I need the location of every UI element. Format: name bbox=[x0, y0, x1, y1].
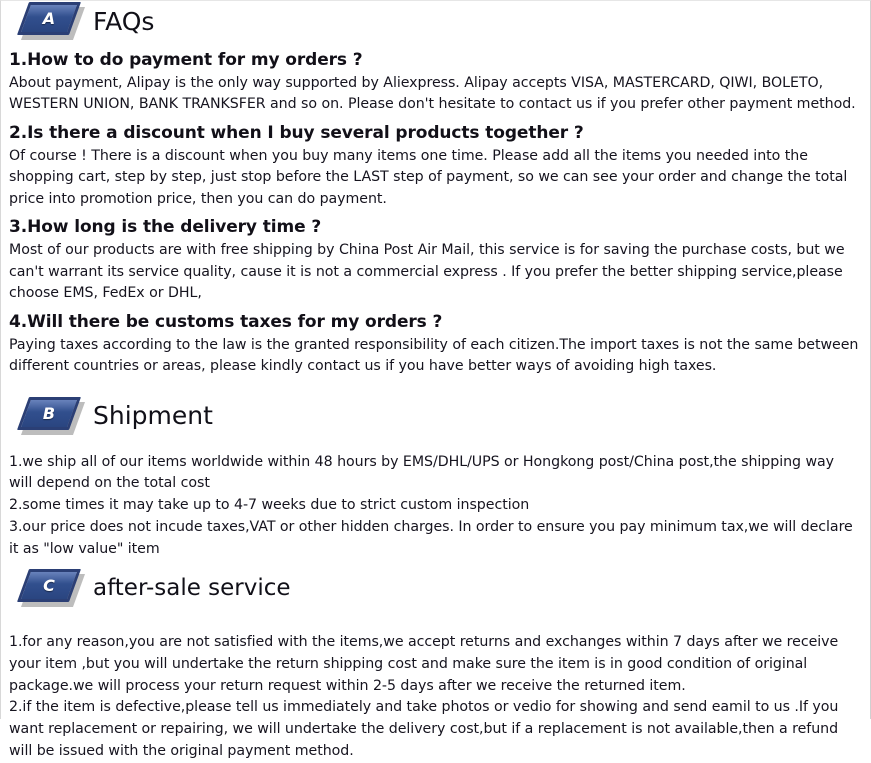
section-title-shipment: Shipment bbox=[93, 401, 213, 431]
faq-answer: About payment, Alipay is the only way su… bbox=[9, 74, 856, 113]
badge-letter: B bbox=[42, 403, 56, 423]
shipment-list: 1.we ship all of our items worldwide wit… bbox=[1, 452, 870, 561]
badge-letter: C bbox=[43, 576, 55, 596]
section-header-shipment: B Shipment bbox=[1, 394, 870, 438]
shipment-line: 3.our price does not incude taxes,VAT or… bbox=[9, 518, 853, 557]
badge-letter: A bbox=[42, 9, 56, 28]
faq-list: 1.How to do payment for my orders ? Abou… bbox=[1, 50, 870, 378]
after-sale-list: 1.for any reason,you are not satisfied w… bbox=[1, 632, 870, 762]
section-title-faqs: FAQs bbox=[93, 6, 155, 36]
faq-answer: Most of our products are with free shipp… bbox=[9, 242, 845, 302]
section-header-faqs: A FAQs bbox=[1, 0, 870, 43]
after-sale-line: 1.for any reason,you are not satisfied w… bbox=[9, 634, 839, 694]
faq-page: A FAQs 1.How to do payment for my orders… bbox=[0, 0, 871, 759]
section-header-after-sale: C after-sale service bbox=[1, 566, 870, 610]
section-title-after-sale: after-sale service bbox=[93, 574, 291, 601]
section-badge-a: A bbox=[16, 2, 86, 40]
faq-answer: Paying taxes according to the law is the… bbox=[9, 336, 859, 375]
section-badge-c: C bbox=[16, 569, 86, 608]
faq-question: 1.How to do payment for my orders ? bbox=[9, 50, 363, 70]
shipment-line: 1.we ship all of our items worldwide wit… bbox=[9, 453, 835, 492]
faq-question: 4.Will there be customs taxes for my ord… bbox=[9, 311, 443, 332]
faq-answer: Of course ! There is a discount when you… bbox=[9, 147, 848, 207]
faq-question: 2.Is there a discount when I buy several… bbox=[9, 122, 584, 143]
section-badge-b: B bbox=[16, 396, 86, 435]
shipment-line: 2.some times it may take up to 4-7 weeks… bbox=[9, 497, 530, 514]
faq-question: 3.How long is the delivery time ? bbox=[9, 217, 322, 238]
after-sale-line: 2.if the item is defective,please tell u… bbox=[9, 699, 839, 759]
